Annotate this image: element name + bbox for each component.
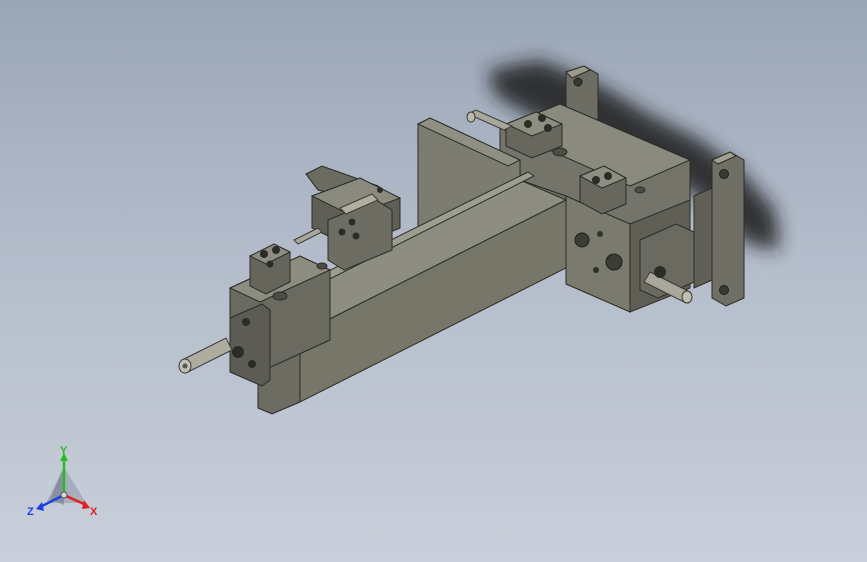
- x-axis-label: X: [90, 506, 98, 518]
- rear-rod: [466, 109, 514, 131]
- y-axis-label: Y: [60, 445, 68, 457]
- graphics-viewport[interactable]: Y X Z: [0, 0, 867, 562]
- assembly-model[interactable]: [0, 0, 867, 562]
- left-piston-rod: [178, 337, 233, 374]
- z-axis-label: Z: [27, 506, 34, 518]
- coordinate-triad: Y X Z: [27, 445, 98, 518]
